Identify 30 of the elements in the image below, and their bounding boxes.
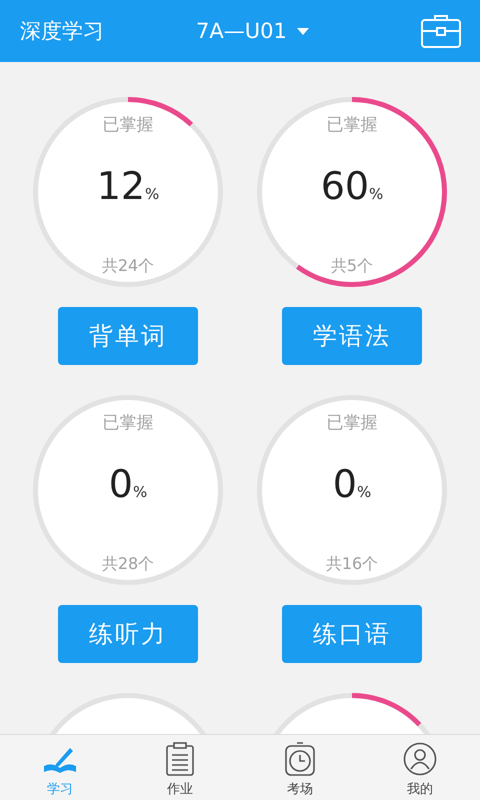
unit-selector[interactable]: 7A—U01 <box>196 19 287 43</box>
total-count: 共24个 <box>102 256 154 277</box>
percent-sign: % <box>132 483 148 501</box>
nav-tab[interactable]: 我的 <box>360 735 480 800</box>
caret-icon[interactable] <box>296 28 309 34</box>
user-icon <box>402 742 438 776</box>
percent-value: 12 <box>96 164 146 208</box>
mastered-label: 已掌握 <box>102 114 154 136</box>
percent-value: 0 <box>332 462 357 506</box>
practice-button[interactable]: 学语法 <box>282 307 422 365</box>
percent-sign: % <box>145 185 160 203</box>
practice-button[interactable]: 练口语 <box>282 605 422 663</box>
briefcase-icon[interactable] <box>420 13 462 49</box>
total-count: 共28个 <box>102 554 154 575</box>
mastered-label: 已掌握 <box>326 412 378 434</box>
nav-tab[interactable]: 考场 <box>240 735 360 800</box>
percent-value: 0 <box>108 462 133 506</box>
total-count: 共5个 <box>330 256 374 277</box>
nav-tab[interactable]: 学习 <box>0 735 120 800</box>
total-count: 共16个 <box>326 554 378 575</box>
percent-value: 60 <box>320 164 370 208</box>
practice-button[interactable]: 练听力 <box>58 605 198 663</box>
percent-sign: % <box>369 185 384 203</box>
mastered-label: 已掌握 <box>102 412 154 434</box>
percent-sign: % <box>356 483 372 501</box>
mastered-label: 已掌握 <box>326 114 378 136</box>
clock-icon <box>282 742 318 776</box>
app-title: 深度学习 <box>20 18 105 45</box>
nav-tab[interactable]: 作业 <box>120 735 240 800</box>
practice-button[interactable]: 背单词 <box>58 307 198 365</box>
